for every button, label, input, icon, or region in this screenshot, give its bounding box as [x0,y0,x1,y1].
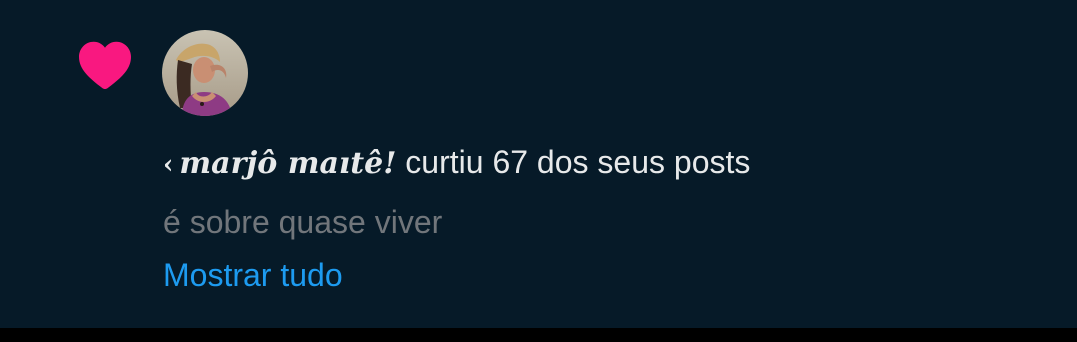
avatar-photo [162,30,248,116]
post-preview: é sobre quase viver [163,204,443,240]
action-text: curtiu 67 dos seus posts [396,144,751,180]
avatar[interactable] [162,30,248,116]
like-notification[interactable]: ‹ 𝒎𝒂𝒓𝒋ô 𝒎𝒂ıtê! curtiu 67 dos seus posts é… [0,0,1077,328]
notification-text: ‹ 𝒎𝒂𝒓𝒋ô 𝒎𝒂ıtê! curtiu 67 dos seus posts [163,140,750,187]
show-all-link[interactable]: Mostrar tudo [163,253,343,297]
heart-icon [79,41,131,90]
user-name[interactable]: 𝒎𝒂𝒓𝒋ô 𝒎𝒂ıtê! [179,146,396,181]
user-prefix-mark: ‹ [163,150,174,180]
